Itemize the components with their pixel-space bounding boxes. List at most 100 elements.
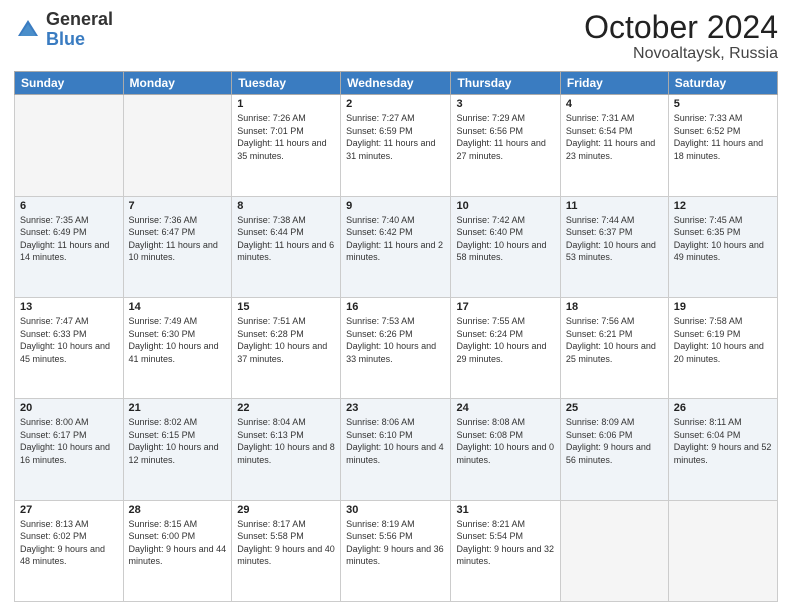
- calendar-cell: 6 Sunrise: 7:35 AMSunset: 6:49 PMDaylight…: [15, 196, 124, 297]
- day-number: 1: [237, 98, 335, 110]
- day-detail: Sunrise: 8:00 AMSunset: 6:17 PMDaylight:…: [20, 416, 118, 466]
- day-number: 6: [20, 200, 118, 212]
- logo: General Blue: [14, 10, 113, 50]
- day-detail: Sunrise: 7:55 AMSunset: 6:24 PMDaylight:…: [456, 315, 554, 365]
- calendar-cell: 30 Sunrise: 8:19 AMSunset: 5:56 PMDayligh…: [341, 500, 451, 601]
- calendar-cell: 25 Sunrise: 8:09 AMSunset: 6:06 PMDayligh…: [560, 399, 668, 500]
- calendar-cell: 5Sunrise: 7:33 AMSunset: 6:52 PMDaylight…: [668, 95, 777, 196]
- calendar-header-row: SundayMondayTuesdayWednesdayThursdayFrid…: [15, 72, 778, 95]
- day-detail: Sunrise: 7:51 AMSunset: 6:28 PMDaylight:…: [237, 315, 335, 365]
- day-detail: Sunrise: 8:08 AMSunset: 6:08 PMDaylight:…: [456, 416, 554, 466]
- day-detail: Sunrise: 8:17 AMSunset: 5:58 PMDaylight:…: [237, 518, 335, 568]
- day-number: 24: [456, 402, 554, 414]
- calendar-week-row: 6 Sunrise: 7:35 AMSunset: 6:49 PMDaylight…: [15, 196, 778, 297]
- calendar-cell: 7 Sunrise: 7:36 AMSunset: 6:47 PMDaylight…: [123, 196, 232, 297]
- day-header-tuesday: Tuesday: [232, 72, 341, 95]
- day-detail: Sunrise: 7:26 AMSunset: 7:01 PMDaylight:…: [237, 112, 335, 162]
- day-header-monday: Monday: [123, 72, 232, 95]
- calendar-cell: 20 Sunrise: 8:00 AMSunset: 6:17 PMDayligh…: [15, 399, 124, 500]
- day-number: 5: [674, 98, 772, 110]
- calendar-cell: 27 Sunrise: 8:13 AMSunset: 6:02 PMDayligh…: [15, 500, 124, 601]
- calendar-cell: 18Sunrise: 7:56 AMSunset: 6:21 PMDayligh…: [560, 297, 668, 398]
- logo-text: General Blue: [46, 10, 113, 50]
- calendar-table: SundayMondayTuesdayWednesdayThursdayFrid…: [14, 71, 778, 602]
- calendar-cell: 19 Sunrise: 7:58 AMSunset: 6:19 PMDayligh…: [668, 297, 777, 398]
- month-title: October 2024: [584, 10, 778, 45]
- calendar-week-row: 1 Sunrise: 7:26 AMSunset: 7:01 PMDaylight…: [15, 95, 778, 196]
- title-block: October 2024 Novoaltaysk, Russia: [584, 10, 778, 63]
- day-number: 30: [346, 504, 445, 516]
- day-detail: Sunrise: 7:36 AMSunset: 6:47 PMDaylight:…: [129, 214, 227, 264]
- day-number: 25: [566, 402, 663, 414]
- day-detail: Sunrise: 7:44 AMSunset: 6:37 PMDaylight:…: [566, 214, 663, 264]
- day-detail: Sunrise: 7:42 AMSunset: 6:40 PMDaylight:…: [456, 214, 554, 264]
- calendar-cell: 21 Sunrise: 8:02 AMSunset: 6:15 PMDayligh…: [123, 399, 232, 500]
- calendar-cell: 4Sunrise: 7:31 AMSunset: 6:54 PMDaylight…: [560, 95, 668, 196]
- calendar-cell: [560, 500, 668, 601]
- day-detail: Sunrise: 8:09 AMSunset: 6:06 PMDaylight:…: [566, 416, 663, 466]
- calendar-cell: [123, 95, 232, 196]
- calendar-cell: 14Sunrise: 7:49 AMSunset: 6:30 PMDayligh…: [123, 297, 232, 398]
- day-number: 9: [346, 200, 445, 212]
- calendar-cell: 11Sunrise: 7:44 AMSunset: 6:37 PMDayligh…: [560, 196, 668, 297]
- day-number: 14: [129, 301, 227, 313]
- day-detail: Sunrise: 7:45 AMSunset: 6:35 PMDaylight:…: [674, 214, 772, 264]
- calendar-week-row: 20 Sunrise: 8:00 AMSunset: 6:17 PMDayligh…: [15, 399, 778, 500]
- day-number: 7: [129, 200, 227, 212]
- day-detail: Sunrise: 7:29 AMSunset: 6:56 PMDaylight:…: [456, 112, 554, 162]
- day-detail: Sunrise: 8:11 AMSunset: 6:04 PMDaylight:…: [674, 416, 772, 466]
- calendar-cell: 1 Sunrise: 7:26 AMSunset: 7:01 PMDaylight…: [232, 95, 341, 196]
- logo-blue: Blue: [46, 30, 113, 50]
- day-detail: Sunrise: 8:15 AMSunset: 6:00 PMDaylight:…: [129, 518, 227, 568]
- calendar-cell: 8 Sunrise: 7:38 AMSunset: 6:44 PMDaylight…: [232, 196, 341, 297]
- calendar-cell: 10Sunrise: 7:42 AMSunset: 6:40 PMDayligh…: [451, 196, 560, 297]
- day-number: 21: [129, 402, 227, 414]
- day-number: 2: [346, 98, 445, 110]
- calendar-week-row: 27 Sunrise: 8:13 AMSunset: 6:02 PMDayligh…: [15, 500, 778, 601]
- page: General Blue October 2024 Novoaltaysk, R…: [0, 0, 792, 612]
- day-number: 4: [566, 98, 663, 110]
- day-detail: Sunrise: 7:58 AMSunset: 6:19 PMDaylight:…: [674, 315, 772, 365]
- calendar-cell: 31 Sunrise: 8:21 AMSunset: 5:54 PMDayligh…: [451, 500, 560, 601]
- day-detail: Sunrise: 8:19 AMSunset: 5:56 PMDaylight:…: [346, 518, 445, 568]
- day-number: 16: [346, 301, 445, 313]
- day-number: 20: [20, 402, 118, 414]
- header: General Blue October 2024 Novoaltaysk, R…: [14, 10, 778, 63]
- calendar-cell: 2 Sunrise: 7:27 AMSunset: 6:59 PMDaylight…: [341, 95, 451, 196]
- calendar-cell: 12 Sunrise: 7:45 AMSunset: 6:35 PMDayligh…: [668, 196, 777, 297]
- day-number: 3: [456, 98, 554, 110]
- day-detail: Sunrise: 7:56 AMSunset: 6:21 PMDaylight:…: [566, 315, 663, 365]
- calendar-cell: [15, 95, 124, 196]
- day-number: 19: [674, 301, 772, 313]
- day-detail: Sunrise: 8:04 AMSunset: 6:13 PMDaylight:…: [237, 416, 335, 466]
- calendar-cell: 13Sunrise: 7:47 AMSunset: 6:33 PMDayligh…: [15, 297, 124, 398]
- calendar-cell: 15Sunrise: 7:51 AMSunset: 6:28 PMDayligh…: [232, 297, 341, 398]
- day-number: 8: [237, 200, 335, 212]
- day-detail: Sunrise: 7:35 AMSunset: 6:49 PMDaylight:…: [20, 214, 118, 264]
- day-number: 22: [237, 402, 335, 414]
- day-detail: Sunrise: 8:21 AMSunset: 5:54 PMDaylight:…: [456, 518, 554, 568]
- calendar-cell: 29Sunrise: 8:17 AMSunset: 5:58 PMDayligh…: [232, 500, 341, 601]
- calendar-cell: 17Sunrise: 7:55 AMSunset: 6:24 PMDayligh…: [451, 297, 560, 398]
- day-detail: Sunrise: 7:27 AMSunset: 6:59 PMDaylight:…: [346, 112, 445, 162]
- day-number: 13: [20, 301, 118, 313]
- calendar-week-row: 13Sunrise: 7:47 AMSunset: 6:33 PMDayligh…: [15, 297, 778, 398]
- calendar-cell: 24 Sunrise: 8:08 AMSunset: 6:08 PMDayligh…: [451, 399, 560, 500]
- day-detail: Sunrise: 8:13 AMSunset: 6:02 PMDaylight:…: [20, 518, 118, 568]
- day-header-friday: Friday: [560, 72, 668, 95]
- location-title: Novoaltaysk, Russia: [584, 45, 778, 63]
- day-detail: Sunrise: 8:02 AMSunset: 6:15 PMDaylight:…: [129, 416, 227, 466]
- day-number: 31: [456, 504, 554, 516]
- calendar-cell: 28 Sunrise: 8:15 AMSunset: 6:00 PMDayligh…: [123, 500, 232, 601]
- day-number: 27: [20, 504, 118, 516]
- logo-general: General: [46, 10, 113, 30]
- calendar-cell: 23 Sunrise: 8:06 AMSunset: 6:10 PMDayligh…: [341, 399, 451, 500]
- calendar-cell: 9 Sunrise: 7:40 AMSunset: 6:42 PMDaylight…: [341, 196, 451, 297]
- day-number: 12: [674, 200, 772, 212]
- day-detail: Sunrise: 7:38 AMSunset: 6:44 PMDaylight:…: [237, 214, 335, 264]
- day-number: 23: [346, 402, 445, 414]
- day-detail: Sunrise: 8:06 AMSunset: 6:10 PMDaylight:…: [346, 416, 445, 466]
- day-number: 28: [129, 504, 227, 516]
- day-detail: Sunrise: 7:40 AMSunset: 6:42 PMDaylight:…: [346, 214, 445, 264]
- calendar-cell: 3 Sunrise: 7:29 AMSunset: 6:56 PMDaylight…: [451, 95, 560, 196]
